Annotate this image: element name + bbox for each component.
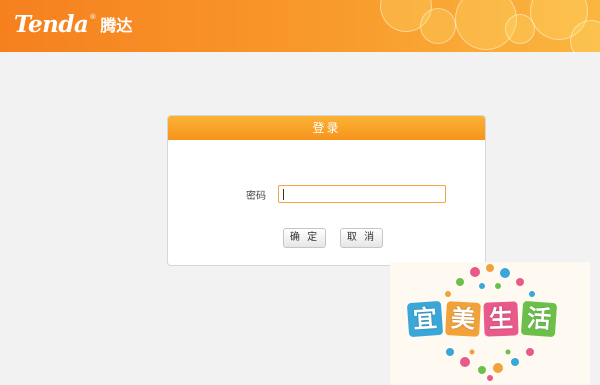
password-row: 密码	[168, 185, 485, 203]
logo-chinese: 腾达	[100, 16, 133, 35]
confirm-button[interactable]: 确 定	[283, 228, 326, 248]
logo-english: Tenda	[14, 10, 89, 38]
watermark-char: 生	[483, 301, 519, 337]
password-label: 密码	[246, 191, 266, 202]
text-cursor	[283, 189, 284, 200]
logo-registered-mark: ®	[89, 13, 97, 21]
watermark-text: 宜 美 生 活	[406, 300, 558, 338]
login-title: 登录	[168, 116, 485, 140]
login-panel: 登录 密码 确 定 取 消	[167, 115, 486, 266]
banner-bubble	[420, 8, 456, 44]
watermark-char: 宜	[406, 300, 444, 338]
cancel-button[interactable]: 取 消	[340, 228, 383, 248]
password-input[interactable]	[278, 185, 446, 203]
watermark-char: 活	[520, 300, 558, 338]
lifestyle-watermark: 宜 美 生 活	[390, 262, 590, 385]
top-banner: Tenda ® 腾达	[0, 0, 600, 52]
tenda-logo: Tenda ® 腾达	[14, 7, 132, 41]
watermark-char: 美	[445, 301, 481, 337]
